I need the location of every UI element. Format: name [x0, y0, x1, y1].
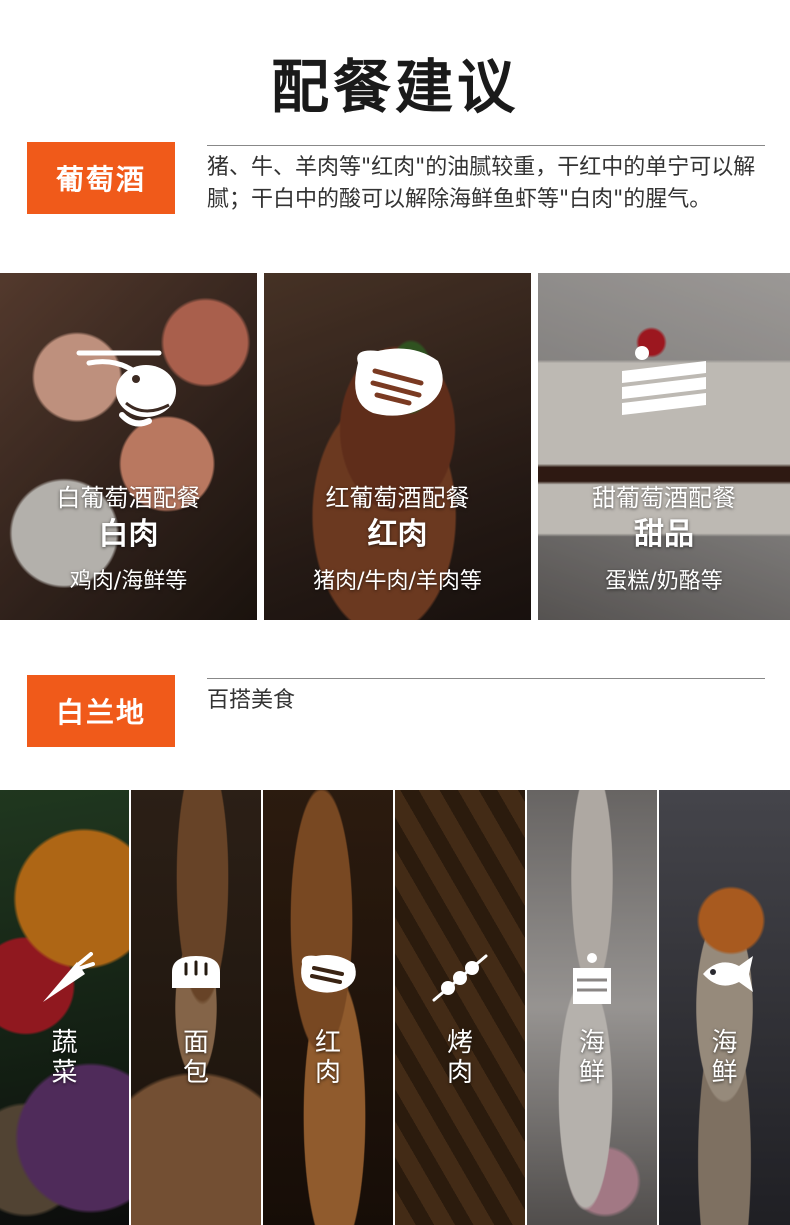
wine-panel-examples: 蛋糕/奶酪等	[605, 569, 723, 594]
wine-panel-pairing: 甜葡萄酒配餐	[592, 484, 736, 512]
wine-section-label: 葡萄酒	[27, 142, 175, 214]
fish-icon	[693, 952, 757, 1000]
skewer-icon	[430, 952, 490, 1008]
brandy-panel-char-2: 菜	[51, 1058, 78, 1088]
brandy-panel-char-2: 鲜	[578, 1058, 605, 1088]
wine-panel-examples: 鸡肉/海鲜等	[69, 569, 188, 594]
brandy-panel-char-2: 肉	[446, 1058, 473, 1088]
wine-panel-sweet: 甜葡萄酒配餐 甜品 蛋糕/奶酪等	[538, 273, 790, 620]
brandy-section-divider	[207, 678, 765, 679]
wine-panel-category: 甜品	[634, 517, 694, 552]
steak-icon	[296, 952, 360, 1000]
brandy-panel-seafood: 海 鲜	[659, 790, 790, 1225]
wine-section-divider	[207, 145, 765, 146]
wine-panel-white: 白葡萄酒配餐 白肉 鸡肉/海鲜等	[0, 273, 257, 620]
wine-panel-red: 红葡萄酒配餐 红肉 猪肉/牛肉/羊肉等	[264, 273, 531, 620]
wine-panel-examples: 猪肉/牛肉/羊肉等	[313, 569, 482, 594]
wine-section-description: 猪、牛、羊肉等"红肉"的油腻较重，干红中的单宁可以解腻；干白中的酸可以解除海鲜鱼…	[207, 155, 756, 212]
wine-panel-category: 红肉	[367, 517, 428, 552]
brandy-panel-vegetables: 蔬 菜	[0, 790, 129, 1225]
brandy-panel-char-2: 包	[182, 1058, 209, 1088]
shrimp-icon	[74, 343, 184, 437]
carrot-icon	[35, 952, 95, 1011]
page-title: 配餐建议	[270, 53, 519, 121]
brandy-section-label: 白兰地	[27, 675, 175, 747]
cake-icon	[567, 952, 617, 1012]
brandy-panel-barbecue: 烤 肉	[395, 790, 525, 1225]
brandy-section-description: 百搭美食	[207, 688, 296, 713]
brandy-panel-char-2: 鲜	[711, 1058, 738, 1088]
brandy-panel-red-meat: 红 肉	[263, 790, 393, 1225]
brandy-panel-dessert: 海 鲜	[527, 790, 657, 1225]
wine-panel-category: 白肉	[98, 517, 159, 552]
brandy-panel-bread: 面 包	[131, 790, 261, 1225]
wine-panel-pairing: 白葡萄酒配餐	[56, 484, 201, 512]
cake-icon	[614, 343, 714, 427]
steak-icon	[343, 343, 453, 427]
bread-icon	[168, 952, 224, 996]
wine-panel-pairing: 红葡萄酒配餐	[325, 484, 470, 512]
brandy-panel-char-2: 肉	[314, 1058, 341, 1088]
